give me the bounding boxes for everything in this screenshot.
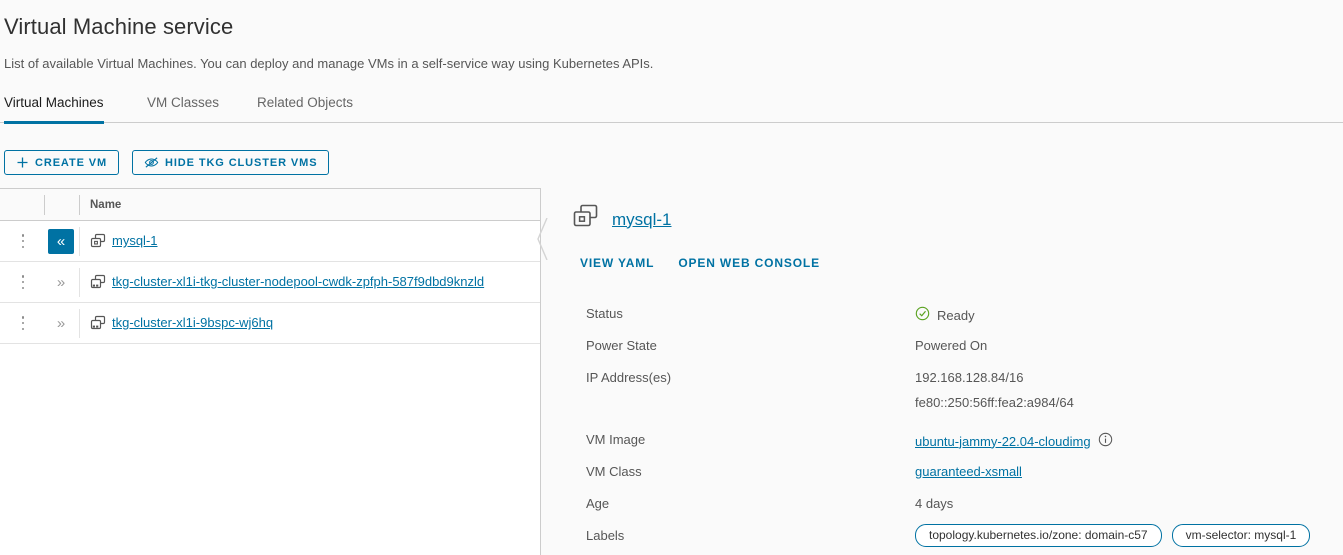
field-value: ubuntu-jammy-22.04-cloudimg <box>915 432 1113 450</box>
status-badge: Ready <box>937 307 975 323</box>
field-label: IP Address(es) <box>586 370 672 385</box>
field-value: Powered On <box>915 338 988 353</box>
vm-cluster-icon <box>90 274 107 291</box>
field-ip-addresses: IP Address(es) 192.168.128.84/16 fe80::2… <box>586 370 1343 432</box>
vm-detail-panel: mysql-1 VIEW YAML OPEN WEB CONSOLE Statu… <box>550 188 1343 555</box>
field-label: Status <box>586 306 623 321</box>
page-title: Virtual Machine service <box>4 14 234 39</box>
field-power-state: Power State Powered On <box>586 338 1343 370</box>
check-circle-icon <box>915 306 930 324</box>
header-divider-1 <box>44 195 45 215</box>
vm-class-link[interactable]: guaranteed-xsmall <box>915 464 1022 479</box>
vm-image-link[interactable]: ubuntu-jammy-22.04-cloudimg <box>915 434 1091 449</box>
field-label: VM Image <box>586 432 646 447</box>
ip-address-v4: 192.168.128.84/16 <box>915 370 1024 385</box>
plus-icon <box>16 156 29 169</box>
create-vm-button[interactable]: CREATE VM <box>4 150 120 175</box>
header-divider-2 <box>79 195 80 215</box>
vm-name-link[interactable]: mysql-1 <box>112 233 158 248</box>
detail-action-links: VIEW YAML OPEN WEB CONSOLE <box>580 256 820 270</box>
field-label: Age <box>586 496 610 511</box>
detail-fields: Status Ready Power State Powered On IP A… <box>586 306 1343 555</box>
label-chip-list: topology.kubernetes.io/zone: domain-c57 … <box>915 524 1311 547</box>
row-divider <box>79 268 80 297</box>
action-bar: CREATE VM HIDE TKG CLUSTER VMS <box>0 124 1343 188</box>
table-row[interactable]: « mysql-1 <box>0 221 540 262</box>
detail-vm-name-link[interactable]: mysql-1 <box>612 210 672 230</box>
table-row[interactable]: » tkg-cluster-xl1i-tkg-cluster-nodepool-… <box>0 262 540 303</box>
field-labels: Labels topology.kubernetes.io/zone: doma… <box>586 524 1343 555</box>
label-chip: vm-selector: mysql-1 <box>1171 524 1311 547</box>
field-value: Ready <box>915 306 975 324</box>
create-vm-label: CREATE VM <box>35 156 108 169</box>
field-label: VM Class <box>586 464 642 479</box>
vm-service-page: Virtual Machine service List of availabl… <box>0 0 1343 555</box>
field-status: Status Ready <box>586 306 1343 338</box>
tab-bar: Virtual Machines VM Classes Related Obje… <box>0 95 1343 124</box>
row-divider <box>79 309 80 338</box>
row-divider <box>79 227 80 256</box>
table-row[interactable]: » tkg-cluster-xl1i-9bspc-wj6hq <box>0 303 540 344</box>
row-collapse-icon[interactable]: « <box>48 229 74 254</box>
row-actions-icon[interactable] <box>17 273 29 291</box>
tab-vm-classes[interactable]: VM Classes <box>147 95 219 123</box>
column-header-name[interactable]: Name <box>90 189 121 220</box>
row-actions-icon[interactable] <box>17 314 29 332</box>
field-label: Power State <box>586 338 657 353</box>
row-expand-icon[interactable]: » <box>48 270 74 295</box>
tab-related-objects[interactable]: Related Objects <box>257 95 353 123</box>
field-value: 192.168.128.84/16 fe80::250:56ff:fea2:a9… <box>915 370 1074 420</box>
vm-cluster-icon <box>90 315 107 332</box>
vm-icon <box>572 203 600 236</box>
view-yaml-link[interactable]: VIEW YAML <box>580 256 654 270</box>
tab-virtual-machines[interactable]: Virtual Machines <box>4 95 104 124</box>
detail-header: mysql-1 <box>572 203 672 236</box>
table-header-row: Name <box>0 189 540 221</box>
vm-table: Name « mysql-1 » tkg-cluster-xl1i-tkg-cl… <box>0 188 541 555</box>
field-vm-class: VM Class guaranteed-xsmall <box>586 464 1343 496</box>
row-actions-icon[interactable] <box>17 232 29 250</box>
label-chip: topology.kubernetes.io/zone: domain-c57 <box>915 524 1162 547</box>
field-label: Labels <box>586 528 625 543</box>
hide-tkg-cluster-vms-button[interactable]: HIDE TKG CLUSTER VMS <box>132 150 330 175</box>
hide-tkg-label: HIDE TKG CLUSTER VMS <box>165 156 318 169</box>
open-web-console-link[interactable]: OPEN WEB CONSOLE <box>678 256 820 270</box>
vm-icon <box>90 233 107 250</box>
field-value: 4 days <box>915 496 954 511</box>
row-expand-icon[interactable]: » <box>48 311 74 336</box>
ip-address-v6: fe80::250:56ff:fea2:a984/64 <box>915 395 1074 410</box>
page-description: List of available Virtual Machines. You … <box>4 56 654 71</box>
info-icon[interactable] <box>1098 432 1113 450</box>
field-vm-image: VM Image ubuntu-jammy-22.04-cloudimg <box>586 432 1343 464</box>
eye-slash-icon <box>144 156 159 169</box>
vm-name-link[interactable]: tkg-cluster-xl1i-tkg-cluster-nodepool-cw… <box>112 274 484 289</box>
pane-splitter-handle[interactable] <box>534 217 550 261</box>
vm-name-link[interactable]: tkg-cluster-xl1i-9bspc-wj6hq <box>112 315 273 330</box>
